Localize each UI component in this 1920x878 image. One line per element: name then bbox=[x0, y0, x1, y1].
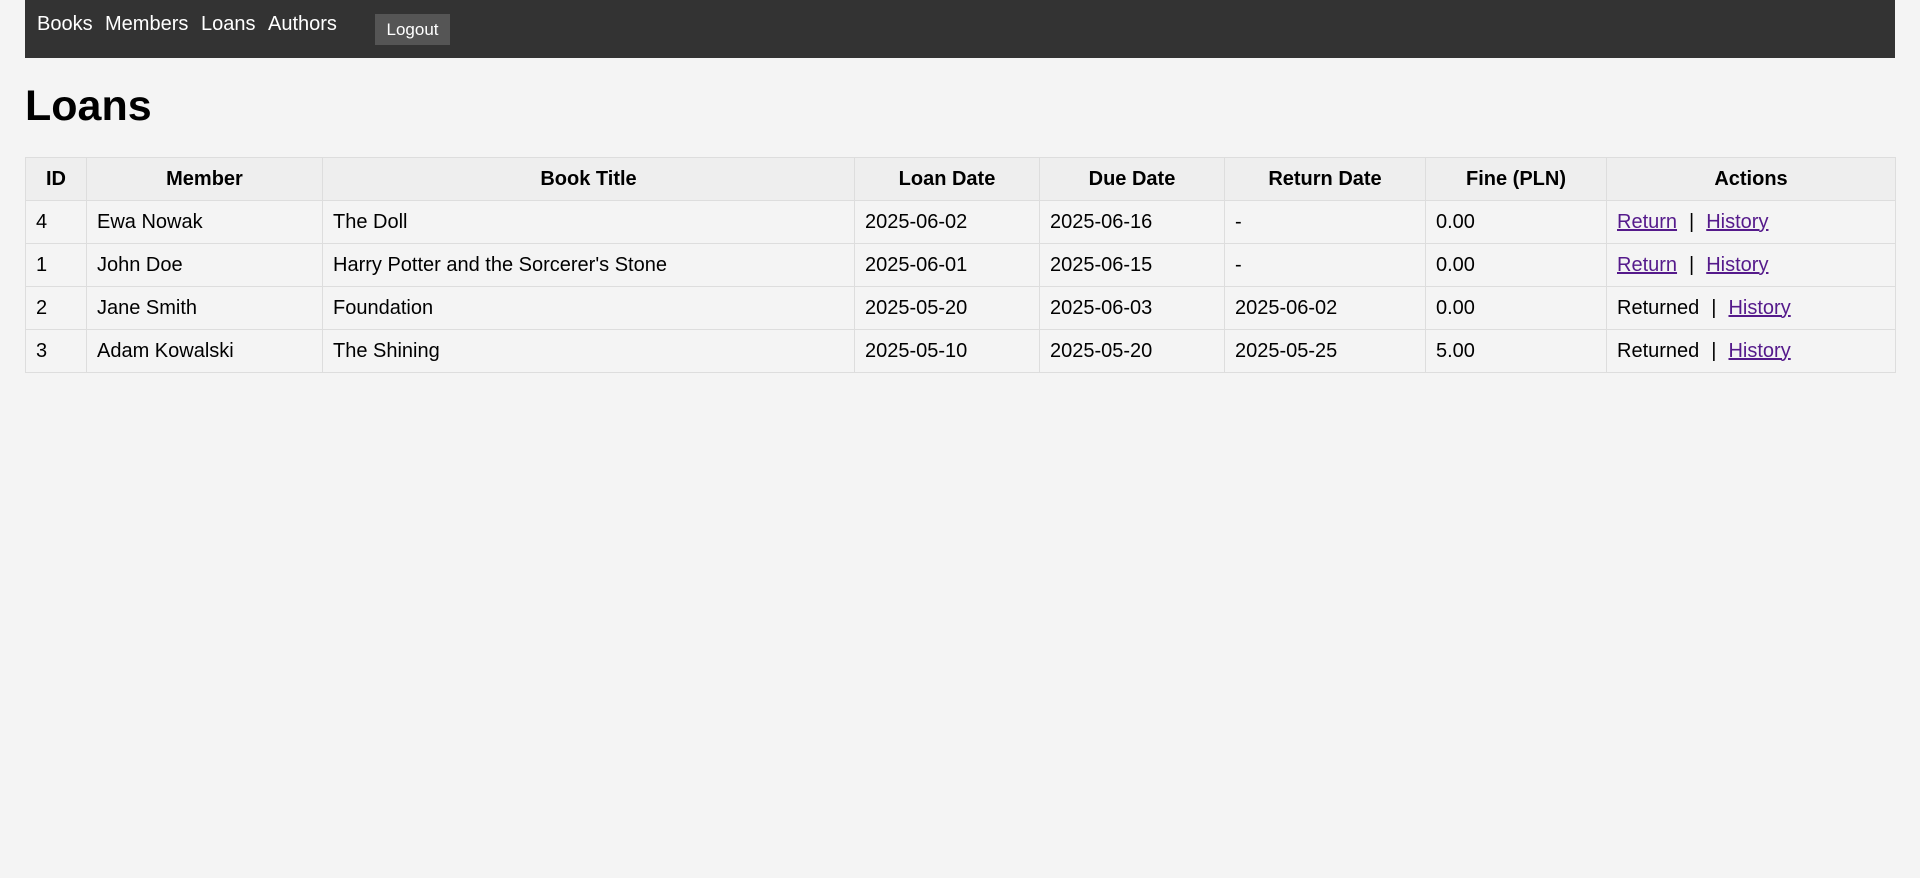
cell-actions: Returned | History bbox=[1606, 329, 1896, 373]
cell-fine: 5.00 bbox=[1425, 329, 1607, 373]
cell-actions: Return | History bbox=[1606, 243, 1896, 287]
header-due-date: Due Date bbox=[1039, 157, 1225, 201]
cell-due-date: 2025-06-15 bbox=[1039, 243, 1225, 287]
cell-fine: 0.00 bbox=[1425, 200, 1607, 244]
cell-return-date: - bbox=[1224, 200, 1426, 244]
action-separator: | bbox=[1689, 210, 1695, 233]
header-book-title: Book Title bbox=[322, 157, 855, 201]
cell-fine: 0.00 bbox=[1425, 243, 1607, 287]
cell-due-date: 2025-06-16 bbox=[1039, 200, 1225, 244]
cell-book-title: Foundation bbox=[322, 286, 855, 330]
header-member: Member bbox=[86, 157, 323, 201]
loans-table: ID Member Book Title Loan Date Due Date … bbox=[25, 157, 1896, 373]
cell-book-title: The Shining bbox=[322, 329, 855, 373]
action-separator: | bbox=[1689, 253, 1695, 276]
cell-due-date: 2025-05-20 bbox=[1039, 329, 1225, 373]
table-header-row: ID Member Book Title Loan Date Due Date … bbox=[25, 157, 1896, 201]
history-link[interactable]: History bbox=[1728, 297, 1790, 319]
page-title: Loans bbox=[25, 82, 152, 130]
action-separator: | bbox=[1711, 339, 1717, 362]
logout-button[interactable]: Logout bbox=[375, 14, 450, 45]
cell-loan-date: 2025-05-10 bbox=[854, 329, 1040, 373]
history-link[interactable]: History bbox=[1706, 254, 1768, 276]
cell-fine: 0.00 bbox=[1425, 286, 1607, 330]
table-row: 2 Jane Smith Foundation 2025-05-20 2025-06-0… bbox=[25, 286, 1896, 330]
action-separator: | bbox=[1711, 296, 1717, 319]
nav-link-loans[interactable]: Loans bbox=[201, 12, 256, 36]
header-actions: Actions bbox=[1606, 157, 1896, 201]
cell-actions: Return | History bbox=[1606, 200, 1896, 244]
returned-status: Returned bbox=[1617, 296, 1700, 319]
nav-link-books[interactable]: Books bbox=[37, 12, 93, 36]
nav-link-members[interactable]: Members bbox=[105, 12, 188, 36]
cell-id: 3 bbox=[25, 329, 87, 373]
table-row: 1 John Doe Harry Potter and the Sorcerer's… bbox=[25, 243, 1896, 287]
top-nav: Books Members Loans Authors Logout bbox=[25, 0, 1895, 58]
header-fine: Fine (PLN) bbox=[1425, 157, 1607, 201]
cell-member: Ewa Nowak bbox=[86, 200, 323, 244]
cell-return-date: 2025-06-02 bbox=[1224, 286, 1426, 330]
cell-due-date: 2025-06-03 bbox=[1039, 286, 1225, 330]
returned-status: Returned bbox=[1617, 339, 1700, 362]
history-link[interactable]: History bbox=[1706, 211, 1768, 233]
header-loan-date: Loan Date bbox=[854, 157, 1040, 201]
cell-member: Adam Kowalski bbox=[86, 329, 323, 373]
cell-book-title: The Doll bbox=[322, 200, 855, 244]
header-id: ID bbox=[25, 157, 87, 201]
cell-actions: Returned | History bbox=[1606, 286, 1896, 330]
cell-loan-date: 2025-05-20 bbox=[854, 286, 1040, 330]
nav-link-authors[interactable]: Authors bbox=[268, 12, 337, 36]
history-link[interactable]: History bbox=[1728, 340, 1790, 362]
table-row: 4 Ewa Nowak The Doll 2025-06-02 2025-06-16-0… bbox=[25, 200, 1896, 244]
cell-loan-date: 2025-06-01 bbox=[854, 243, 1040, 287]
cell-loan-date: 2025-06-02 bbox=[854, 200, 1040, 244]
cell-id: 4 bbox=[25, 200, 87, 244]
cell-book-title: Harry Potter and the Sorcerer's Stone bbox=[322, 243, 855, 287]
cell-id: 1 bbox=[25, 243, 87, 287]
cell-return-date: 2025-05-25 bbox=[1224, 329, 1426, 373]
header-return-date: Return Date bbox=[1224, 157, 1426, 201]
return-link[interactable]: Return bbox=[1617, 254, 1677, 276]
cell-member: John Doe bbox=[86, 243, 323, 287]
cell-member: Jane Smith bbox=[86, 286, 323, 330]
table-row: 3 Adam Kowalski The Shining 2025-05-10 2025-… bbox=[25, 329, 1896, 373]
cell-return-date: - bbox=[1224, 243, 1426, 287]
return-link[interactable]: Return bbox=[1617, 211, 1677, 233]
cell-id: 2 bbox=[25, 286, 87, 330]
